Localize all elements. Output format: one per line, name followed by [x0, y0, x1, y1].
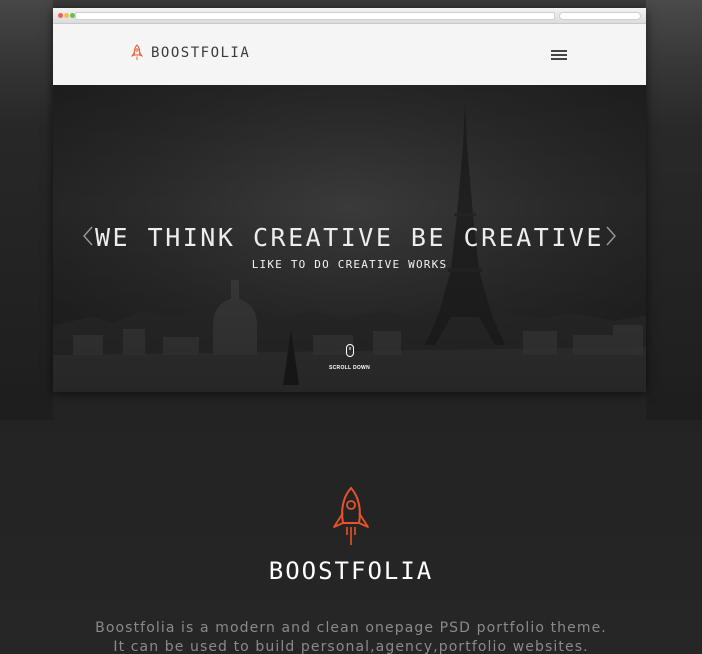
rocket-icon [131, 44, 143, 60]
address-bar[interactable] [75, 12, 555, 20]
about-brand-title: BOOSTFOLIA [268, 557, 434, 585]
about-section: BOOSTFOLIA Boostfolia is a modern and cl… [0, 485, 702, 654]
site-logo[interactable]: BOOSTFOLIA [131, 44, 250, 62]
browser-search-bar[interactable] [559, 12, 641, 20]
site-navbar: BOOSTFOLIA [53, 24, 646, 85]
hero-subtitle: LIKE TO DO CREATIVE WORKS [251, 258, 448, 271]
minimize-window-icon[interactable] [64, 13, 69, 18]
about-description-line: Boostfolia is a modern and clean onepage… [95, 620, 607, 636]
about-description: Boostfolia is a modern and clean onepage… [0, 619, 702, 654]
scroll-down-button[interactable]: SCROLL DOWN [53, 343, 646, 371]
page: BOOSTFOLIA WE THINK CREATIVE BE CREATIVE… [0, 0, 702, 654]
hero-slider: WE THINK CREATIVE BE CREATIVE LIKE TO DO… [53, 85, 646, 392]
background-right [646, 0, 702, 420]
rocket-logo-icon [333, 486, 369, 545]
about-description-line: It can be used to build personal,agency,… [113, 639, 589, 654]
scroll-down-label: SCROLL DOWN [329, 365, 370, 371]
hero-title: WE THINK CREATIVE BE CREATIVE [95, 223, 604, 252]
brand-name: BOOSTFOLIA [151, 45, 251, 61]
mouse-icon [345, 344, 354, 357]
browser-toolbar [53, 8, 646, 24]
hamburger-menu-icon[interactable] [551, 50, 567, 60]
browser-window: BOOSTFOLIA WE THINK CREATIVE BE CREATIVE… [53, 8, 646, 392]
background-left [0, 0, 53, 420]
close-window-icon[interactable] [58, 13, 63, 18]
